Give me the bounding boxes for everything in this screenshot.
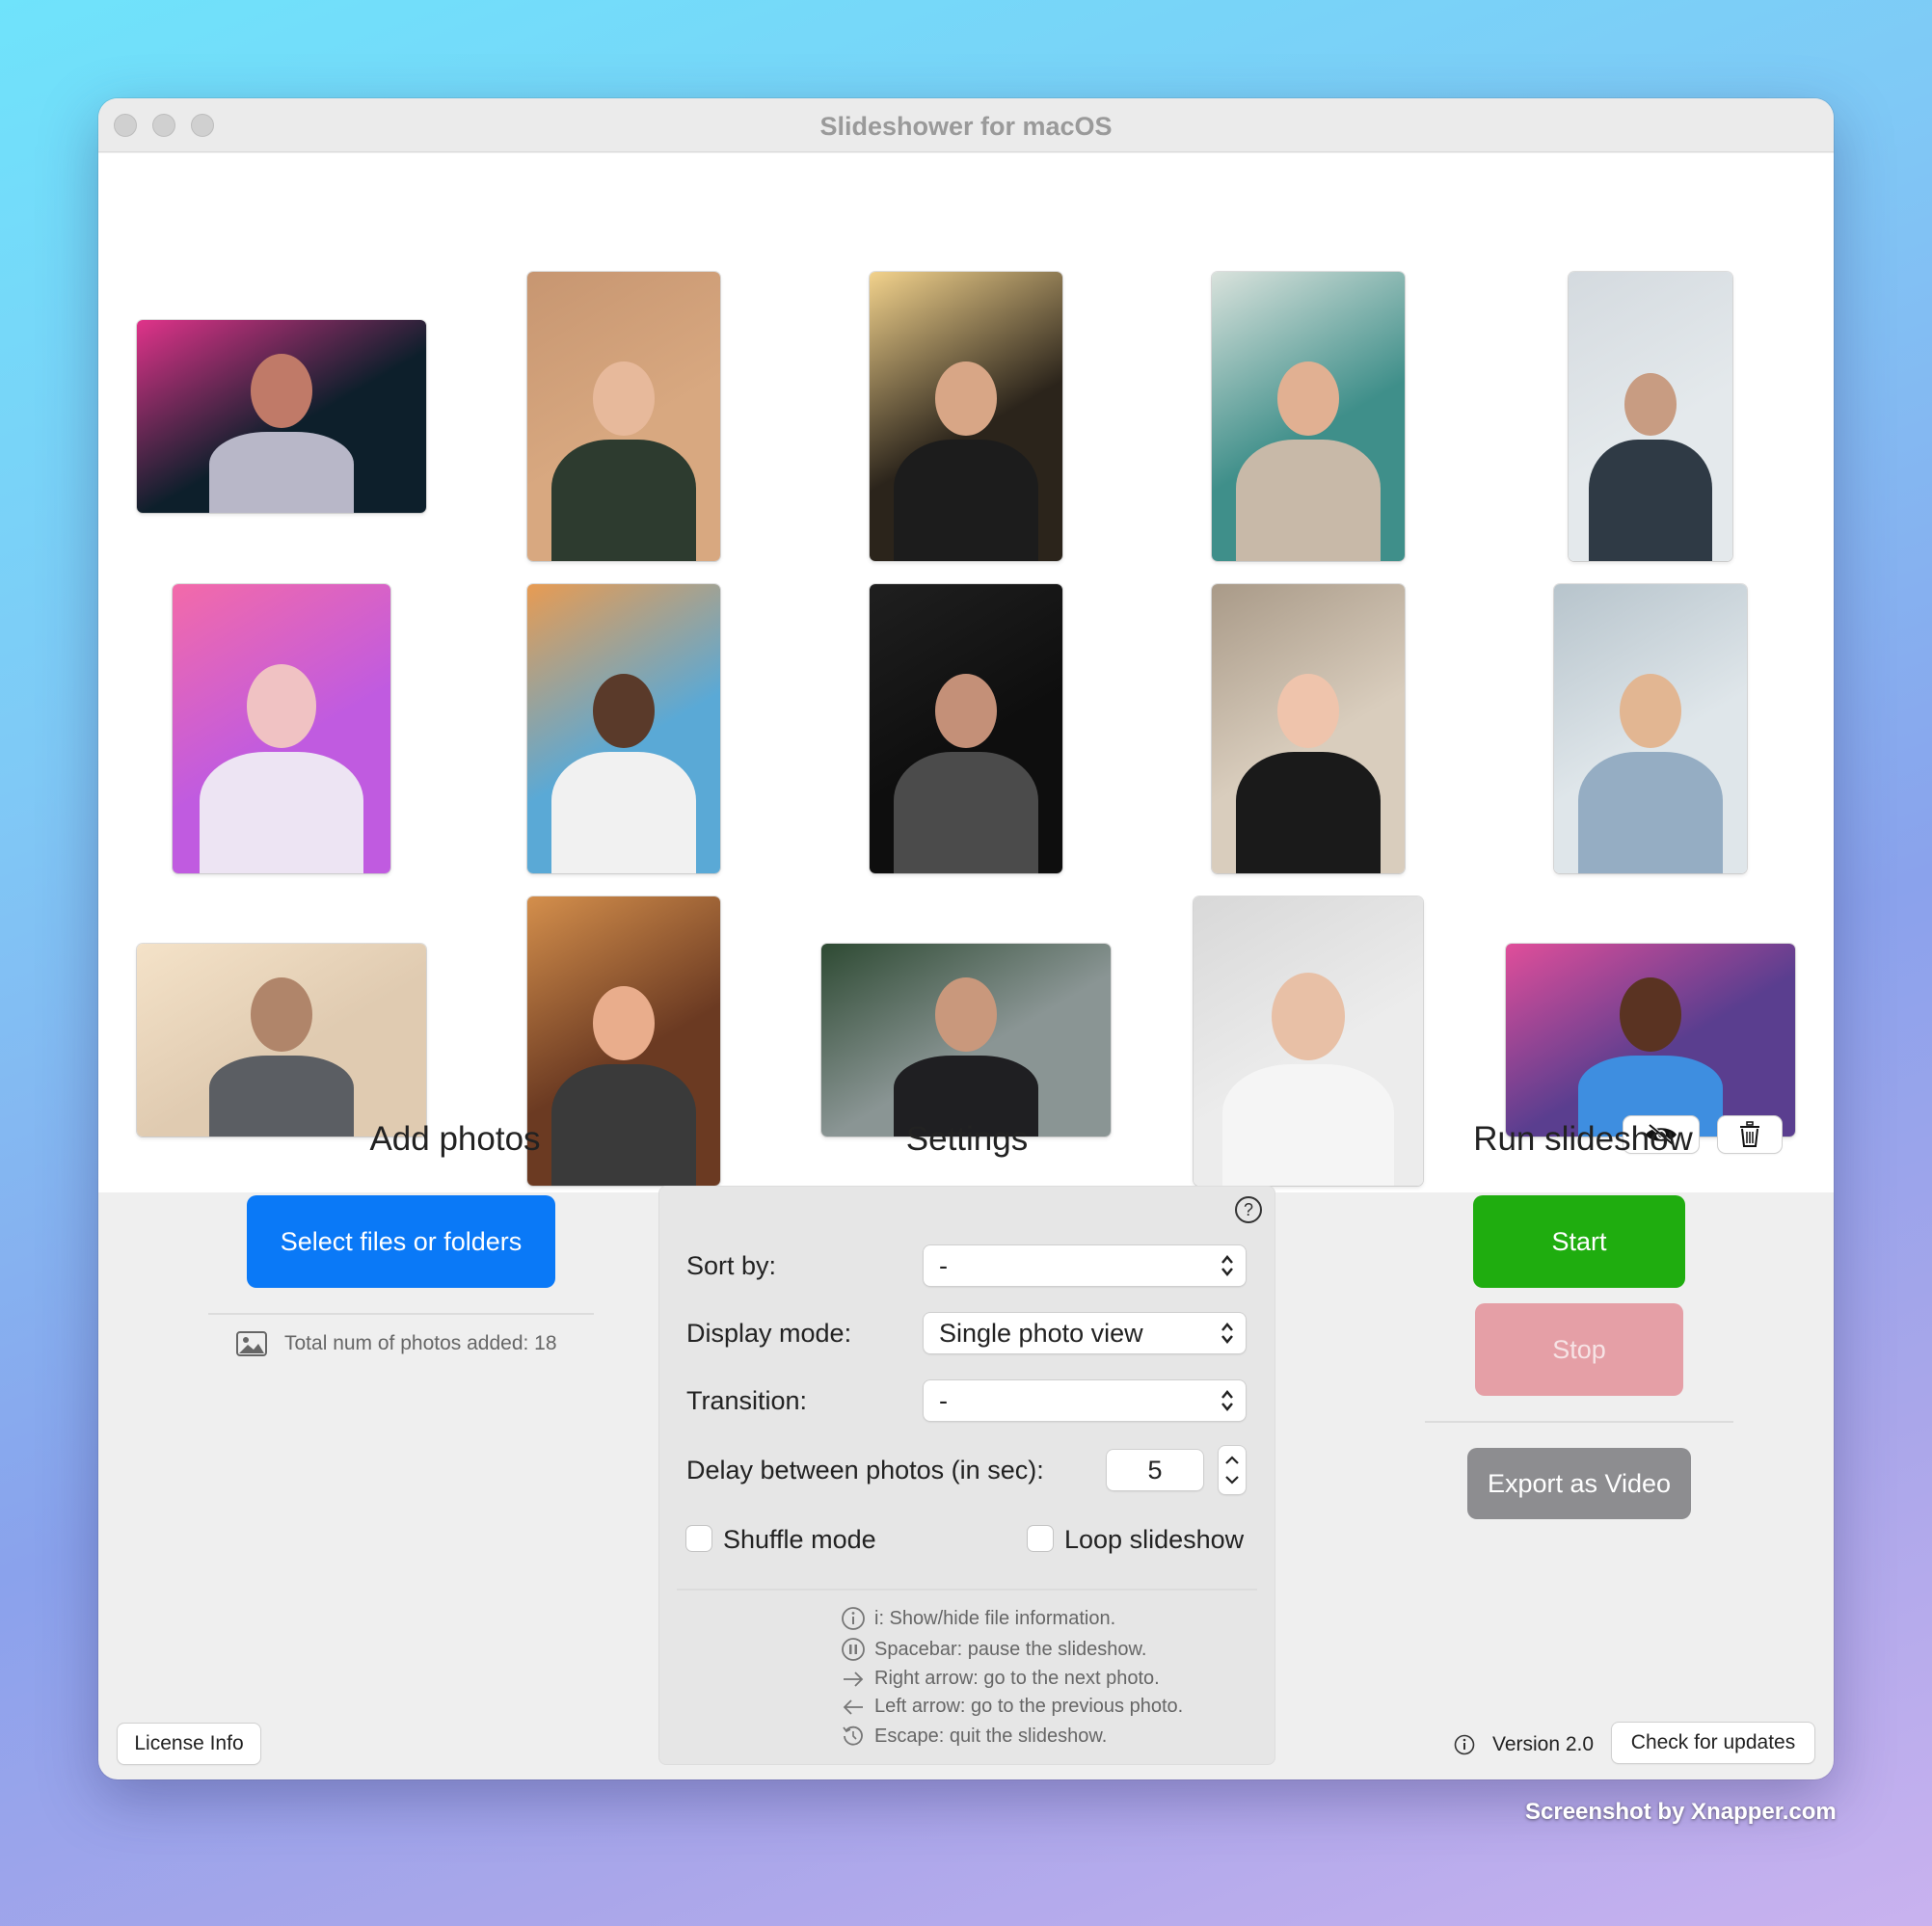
photo-subject-head — [246, 664, 317, 748]
export-video-button[interactable]: Export as Video — [1467, 1448, 1691, 1519]
hint-pause: Spacebar: pause the slideshow. — [874, 1639, 1147, 1660]
photo-thumbnail[interactable] — [1212, 272, 1405, 561]
photo-subject-body — [551, 752, 696, 873]
photo-thumbnail[interactable] — [1569, 272, 1732, 561]
photo-thumbnail[interactable] — [527, 584, 720, 873]
run-slideshow-heading: Run slideshow — [1473, 1120, 1693, 1158]
escape-icon — [843, 1725, 863, 1746]
add-photos-heading: Add photos — [369, 1120, 541, 1158]
photo-subject-body — [1589, 440, 1712, 561]
photo-thumbnail[interactable] — [821, 944, 1111, 1137]
start-button[interactable]: Start — [1473, 1195, 1685, 1288]
watermark: Screenshot by Xnapper.com — [1525, 1799, 1837, 1825]
photo-thumbnail[interactable] — [137, 944, 426, 1137]
loop-slideshow-checkbox[interactable] — [1028, 1526, 1053, 1551]
settings-divider — [677, 1589, 1257, 1591]
photo-subject-head — [1271, 972, 1346, 1060]
photo-thumbnail[interactable] — [137, 320, 426, 513]
photo-thumbnail[interactable] — [1194, 896, 1423, 1186]
delay-label: Delay between photos (in sec): — [686, 1456, 1044, 1485]
photo-subject-body — [200, 752, 363, 873]
photo-thumbnail[interactable] — [1554, 584, 1747, 873]
photo-thumbnail[interactable] — [870, 272, 1062, 561]
svg-text:?: ? — [1244, 1200, 1253, 1219]
delay-input[interactable]: 5 — [1107, 1450, 1203, 1490]
title-bar: Slideshower for macOS — [98, 98, 1834, 152]
photo-subject-head — [935, 361, 997, 436]
display-mode-value: Single photo view — [939, 1319, 1143, 1348]
photo-thumbnail[interactable] — [870, 584, 1062, 873]
photo-subject-head — [593, 674, 655, 748]
arrow-left-icon — [843, 1699, 863, 1715]
photo-thumbnail[interactable] — [527, 272, 720, 561]
photo-subject-body — [551, 440, 696, 561]
up-down-chevron-icon — [1221, 1255, 1233, 1276]
hint-previous: Left arrow: go to the previous photo. — [874, 1696, 1184, 1717]
add-photos-divider — [208, 1313, 594, 1315]
hint-info: i: Show/hide file information. — [874, 1608, 1116, 1629]
version-label: Version 2.0 — [1492, 1733, 1595, 1755]
photo-subject-head — [593, 986, 655, 1060]
window-title: Slideshower for macOS — [819, 112, 1113, 141]
photo-subject-body — [1236, 440, 1381, 561]
shuffle-mode-label: Shuffle mode — [723, 1525, 876, 1554]
license-info-button[interactable]: License Info — [118, 1724, 260, 1764]
hint-escape: Escape: quit the slideshow. — [874, 1725, 1108, 1747]
app-window: Slideshower for macOS Add photos Select … — [98, 98, 1834, 1779]
photo-subject-head — [1620, 674, 1681, 748]
hint-next: Right arrow: go to the next photo. — [874, 1668, 1160, 1689]
delay-stepper[interactable] — [1219, 1446, 1246, 1494]
photo-subject-body — [894, 440, 1038, 561]
photo-subject-head — [593, 361, 655, 436]
photo-subject-head — [1623, 372, 1677, 436]
photo-subject-head — [1277, 674, 1339, 748]
run-divider — [1425, 1421, 1733, 1423]
transition-select[interactable]: - — [924, 1380, 1246, 1421]
photo-subject-body — [1578, 752, 1723, 873]
photo-subject-body — [1221, 1064, 1395, 1186]
photo-subject-body — [1236, 752, 1381, 873]
info-icon — [1454, 1734, 1475, 1755]
photo-subject-head — [251, 977, 312, 1052]
photo-subject-head — [1620, 977, 1681, 1052]
photo-thumbnail[interactable] — [173, 584, 390, 873]
select-files-button[interactable]: Select files or folders — [247, 1195, 555, 1288]
display-mode-select[interactable]: Single photo view — [924, 1313, 1246, 1353]
sort-by-value: - — [939, 1251, 948, 1280]
photo-subject-head — [1277, 361, 1339, 436]
transition-label: Transition: — [686, 1386, 808, 1415]
photo-subject-body — [894, 752, 1038, 873]
sort-by-select[interactable]: - — [924, 1245, 1246, 1286]
shuffle-mode-checkbox[interactable] — [686, 1526, 711, 1551]
stop-button[interactable]: Stop — [1475, 1303, 1683, 1396]
photo-gallery — [98, 153, 1834, 1192]
transition-value: - — [939, 1386, 948, 1415]
total-photos-count: Total num of photos added: 18 — [284, 1332, 557, 1354]
photo-subject-head — [935, 674, 997, 748]
delay-value: 5 — [1147, 1456, 1163, 1485]
sort-by-label: Sort by: — [686, 1251, 777, 1280]
help-icon[interactable]: ? — [1234, 1195, 1263, 1224]
up-down-chevron-icon — [1221, 1323, 1233, 1344]
pause-icon — [842, 1638, 865, 1661]
up-down-chevron-icon — [1221, 1390, 1233, 1411]
settings-heading: Settings — [905, 1120, 1029, 1158]
check-updates-button[interactable]: Check for updates — [1612, 1723, 1814, 1763]
arrow-right-icon — [844, 1672, 864, 1687]
photo-thumbnail[interactable] — [1212, 584, 1405, 873]
photo-subject-head — [251, 354, 312, 428]
photo-subject-head — [935, 977, 997, 1052]
loop-slideshow-label: Loop slideshow — [1064, 1525, 1245, 1554]
photo-thumbnail[interactable] — [1506, 944, 1795, 1137]
photo-icon — [236, 1331, 267, 1356]
stepper-arrows-icon — [1225, 1456, 1239, 1485]
info-icon — [842, 1607, 865, 1630]
photo-subject-body — [209, 432, 354, 513]
display-mode-label: Display mode: — [686, 1319, 852, 1348]
